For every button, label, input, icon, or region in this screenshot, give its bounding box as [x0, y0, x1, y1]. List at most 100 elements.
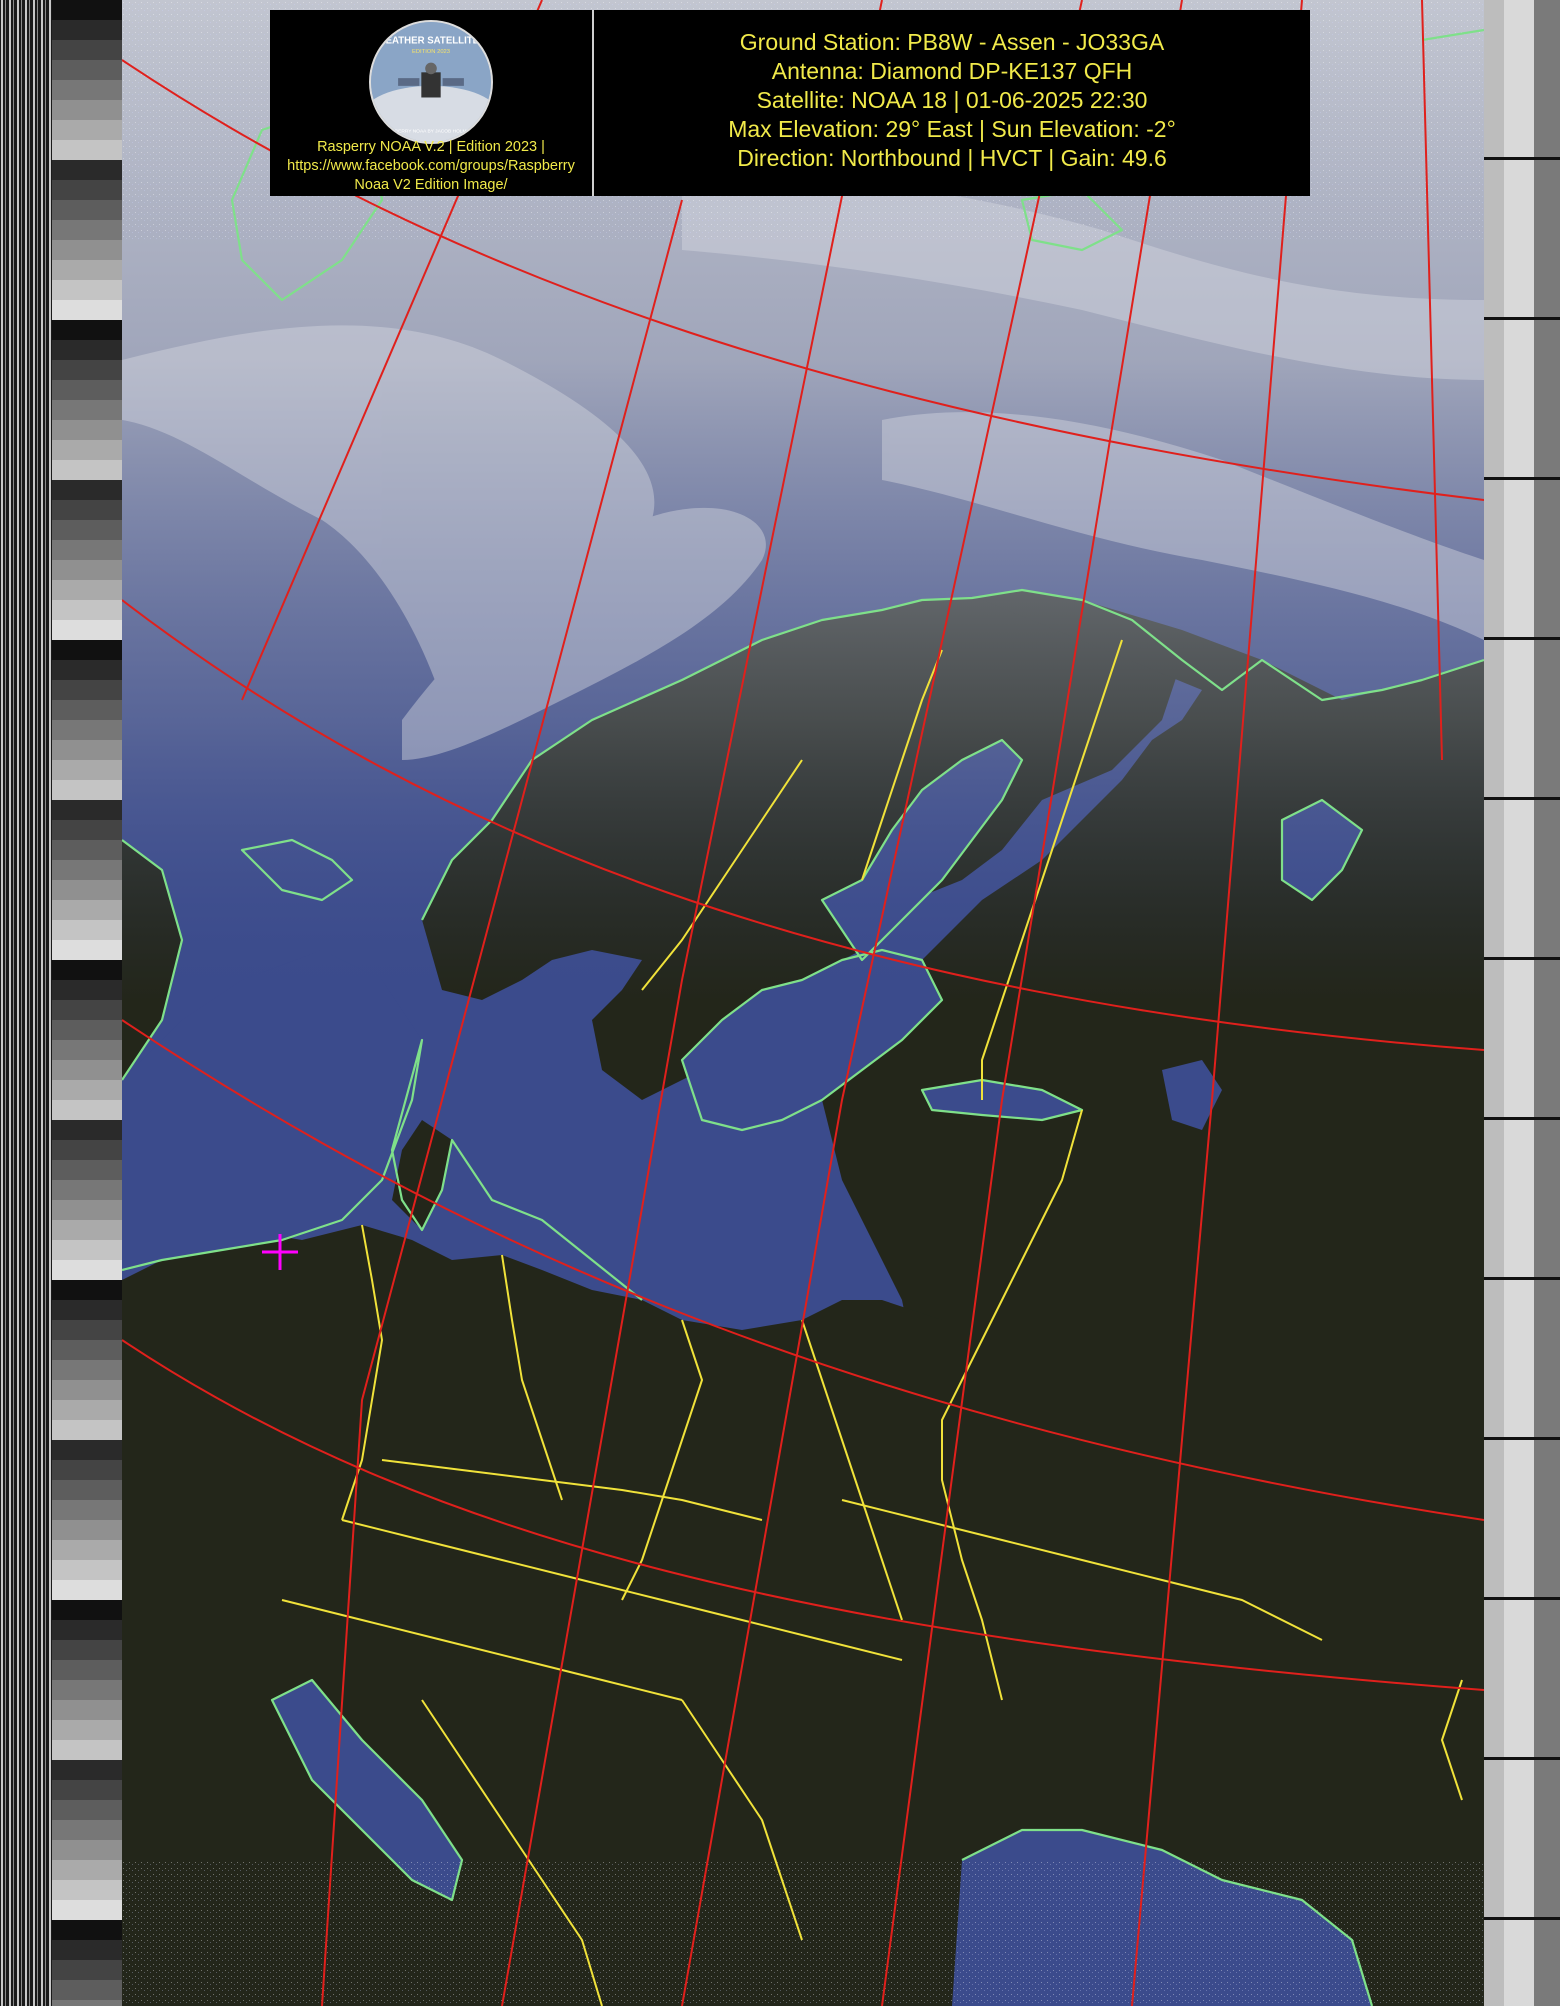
- telemetry-wedge: [52, 140, 122, 160]
- telemetry-wedge: [52, 400, 122, 420]
- logo-caption-line-1: Rasperry NOAA V.2 | Edition 2023 |: [317, 139, 545, 155]
- telemetry-wedge: [52, 60, 122, 80]
- telemetry-wedge: [52, 940, 122, 960]
- telemetry-wedge: [52, 1060, 122, 1080]
- telemetry-wedge: [52, 840, 122, 860]
- satellite-map: [122, 0, 1484, 2006]
- telemetry-wedge: [52, 160, 122, 180]
- telemetry-wedge: [52, 180, 122, 200]
- telemetry-marker: [1484, 157, 1560, 160]
- ground-station-text: Ground Station: PB8W - Assen - JO33GA: [739, 29, 1165, 55]
- telemetry-wedge: [52, 1820, 122, 1840]
- logo-badge-credit: RASPBERRY NOAA BY JACOB HOLMBERG: [382, 128, 481, 134]
- direction-text: Direction: Northbound | HVCT | Gain: 49.…: [737, 145, 1167, 171]
- logo-caption-line-2: https://www.facebook.com/groups/Raspberr…: [287, 158, 575, 174]
- telemetry-wedge: [52, 1480, 122, 1500]
- telemetry-wedge: [52, 1460, 122, 1480]
- telemetry-wedge: [52, 700, 122, 720]
- telemetry-wedge: [52, 1540, 122, 1560]
- telemetry-wedge: [52, 100, 122, 120]
- telemetry-wedge: [52, 920, 122, 940]
- logo-caption-line-3: Noaa V2 Edition Image/: [354, 177, 508, 193]
- telemetry-wedge: [52, 0, 122, 20]
- telemetry-wedge: [52, 280, 122, 300]
- telemetry-wedge: [52, 1840, 122, 1860]
- telemetry-wedge: [52, 1500, 122, 1520]
- telemetry-wedge: [52, 80, 122, 100]
- antenna-text: Antenna: Diamond DP-KE137 QFH: [771, 58, 1133, 84]
- telemetry-wedge: [52, 1100, 122, 1120]
- telemetry-wedge: [52, 620, 122, 640]
- telemetry-wedge: [52, 340, 122, 360]
- telemetry-wedge: [52, 2000, 122, 2006]
- telemetry-wedge: [52, 1680, 122, 1700]
- telemetry-wedge: [52, 780, 122, 800]
- telemetry-wedge: [52, 1040, 122, 1060]
- telemetry-wedge: [52, 1420, 122, 1440]
- telemetry-wedge: [52, 1080, 122, 1100]
- telemetry-wedge: [52, 1220, 122, 1240]
- telemetry-wedge: [52, 1320, 122, 1340]
- logo-caption: Rasperry NOAA V.2 | Edition 2023 | https…: [270, 138, 592, 195]
- telemetry-wedge: [52, 1580, 122, 1600]
- telemetry-wedge: [52, 1920, 122, 1940]
- telemetry-strip-left: [0, 0, 122, 2006]
- telemetry-wedge: [52, 1140, 122, 1160]
- telemetry-wedge: [52, 1600, 122, 1620]
- telemetry-wedge: [52, 480, 122, 500]
- telemetry-wedge: [52, 1660, 122, 1680]
- telemetry-wedge: [52, 1780, 122, 1800]
- telemetry-wedge: [52, 820, 122, 840]
- telemetry-wedge: [52, 800, 122, 820]
- telemetry-wedge: [52, 1180, 122, 1200]
- telemetry-wedge: [52, 360, 122, 380]
- elevation-text: Max Elevation: 29° East | Sun Elevation:…: [728, 116, 1176, 142]
- telemetry-wedge: [52, 1560, 122, 1580]
- telemetry-marker: [1484, 1917, 1560, 1920]
- telemetry-wedge: [52, 240, 122, 260]
- telemetry-wedge: [52, 580, 122, 600]
- telemetry-wedge: [52, 1800, 122, 1820]
- logo-badge-title: WEATHER SATELLITES: [376, 35, 486, 46]
- telemetry-marker: [1484, 1597, 1560, 1600]
- telemetry-wedge: [52, 440, 122, 460]
- satellite-icon: WEATHER SATELLITES EDITION 2023 RASPBERR…: [371, 22, 491, 142]
- telemetry-wedge: [52, 900, 122, 920]
- telemetry-wedge: [52, 500, 122, 520]
- telemetry-wedge: [52, 1280, 122, 1300]
- telemetry-wedge: [52, 540, 122, 560]
- telemetry-wedge: [52, 460, 122, 480]
- telemetry-marker: [1484, 1437, 1560, 1440]
- telemetry-wedge: [52, 1860, 122, 1880]
- telemetry-wedge: [52, 860, 122, 880]
- telemetry-wedge: [52, 200, 122, 220]
- telemetry-wedge: [52, 1760, 122, 1780]
- telemetry-wedge: [52, 1300, 122, 1320]
- telemetry-wedge: [52, 720, 122, 740]
- telemetry-wedge: [52, 1260, 122, 1280]
- telemetry-wedge: [52, 1980, 122, 2000]
- telemetry-wedge: [52, 320, 122, 340]
- telemetry-strip-right: [1484, 0, 1560, 2006]
- telemetry-wedge: [52, 1620, 122, 1640]
- telemetry-wedge: [52, 1120, 122, 1140]
- telemetry-wedge: [52, 1440, 122, 1460]
- telemetry-wedge: [52, 1160, 122, 1180]
- telemetry-wedge: [52, 1960, 122, 1980]
- telemetry-wedge: [52, 1740, 122, 1760]
- telemetry-wedge: [52, 760, 122, 780]
- telemetry-wedge: [52, 40, 122, 60]
- telemetry-marker: [1484, 1117, 1560, 1120]
- telemetry-wedge: [52, 1940, 122, 1960]
- logo-panel: WEATHER SATELLITES EDITION 2023 RASPBERR…: [270, 10, 592, 196]
- telemetry-wedge: [52, 600, 122, 620]
- logo-badge-edition: EDITION 2023: [412, 49, 450, 55]
- telemetry-marker: [1484, 1757, 1560, 1760]
- telemetry-wedge: [52, 260, 122, 280]
- telemetry-wedge: [52, 1900, 122, 1920]
- telemetry-wedge: [52, 520, 122, 540]
- satellite-text: Satellite: NOAA 18 | 01-06-2025 22:30: [756, 87, 1148, 113]
- telemetry-wedge: [52, 1380, 122, 1400]
- telemetry-wedge: [52, 960, 122, 980]
- telemetry-wedge: [52, 1400, 122, 1420]
